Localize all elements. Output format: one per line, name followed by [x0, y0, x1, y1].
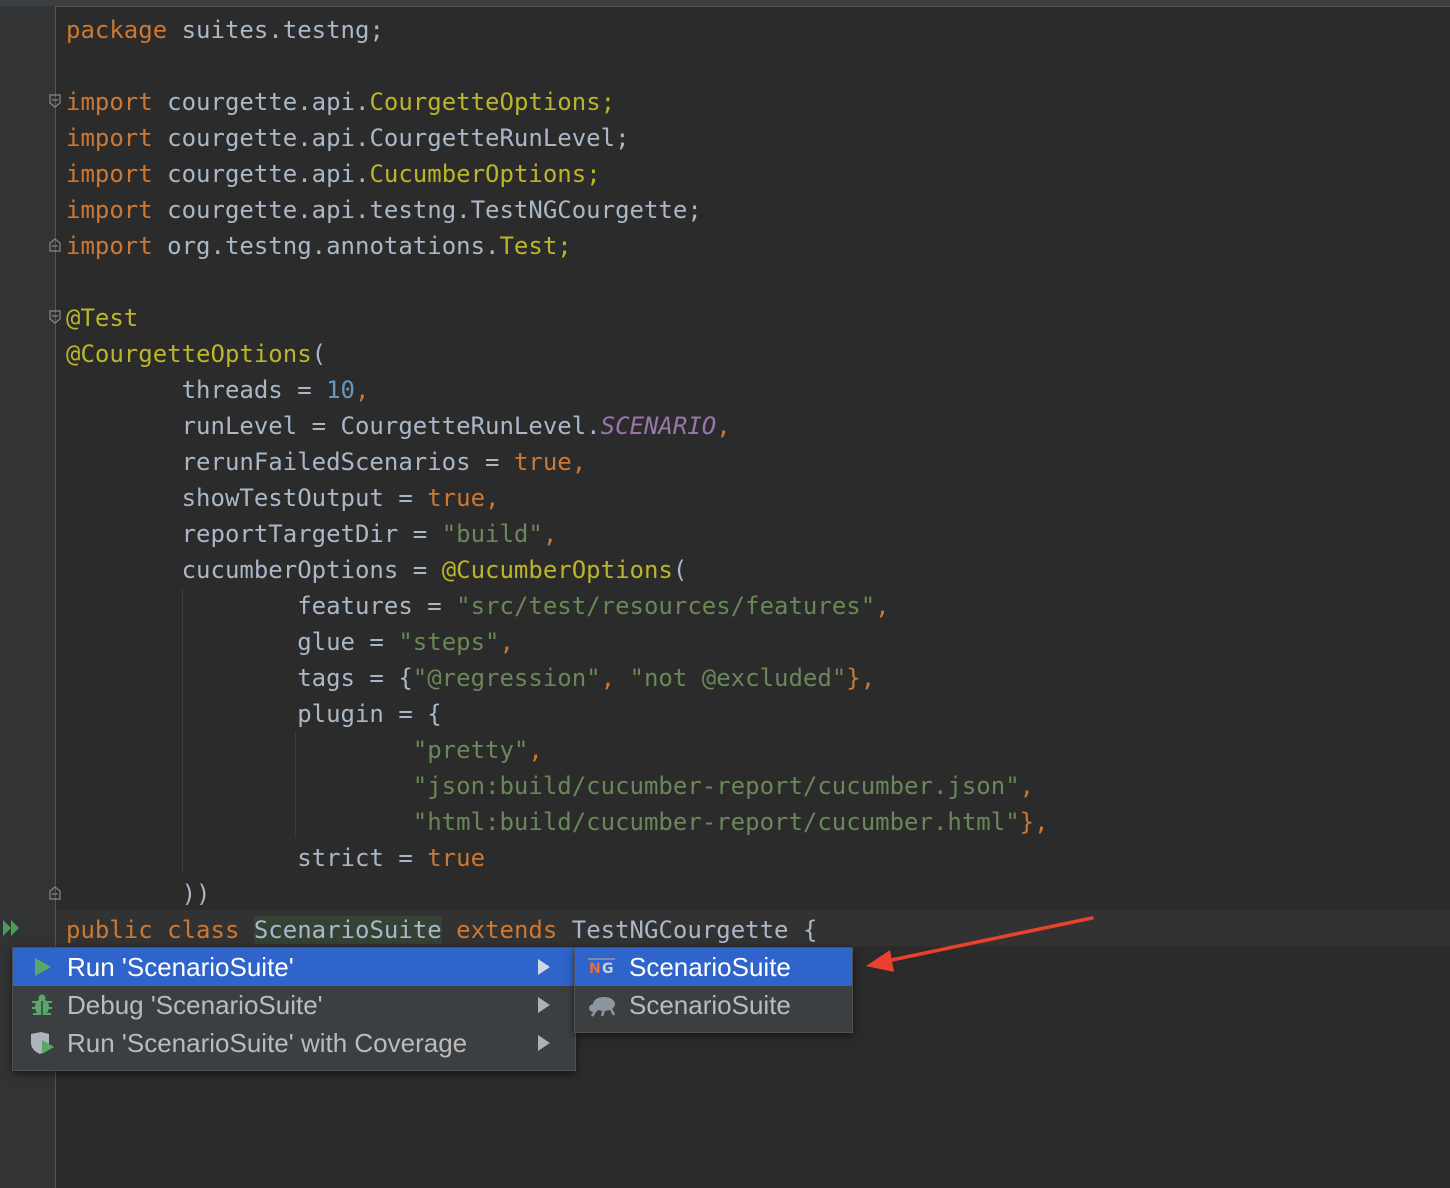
run-gutter-icon[interactable]: [2, 918, 26, 938]
code-line: "pretty",: [412, 736, 543, 764]
code-line: features = "src/test/resources/features"…: [66, 592, 890, 620]
menu-item-run-coverage[interactable]: Run 'ScenarioSuite' with Coverage: [13, 1024, 575, 1062]
chevron-right-icon: [538, 1035, 550, 1051]
chevron-right-icon: [538, 997, 550, 1013]
class-name: ScenarioSuite: [253, 916, 442, 944]
code-line: import courgette.api.CucumberOptions;: [66, 160, 601, 188]
submenu-item-label: ScenarioSuite: [629, 952, 791, 982]
code-line: import org.testng.annotations.Test;: [66, 232, 572, 260]
menu-item-label: Run 'ScenarioSuite': [67, 952, 294, 982]
code-line: "html:build/cucumber-report/cucumber.htm…: [412, 808, 1049, 836]
chevron-right-icon: [538, 959, 550, 975]
svg-text:G: G: [602, 961, 614, 977]
code-line: import courgette.api.CourgetteOptions;: [66, 88, 616, 116]
code-line: import courgette.api.testng.TestNGCourge…: [66, 196, 702, 224]
code-line: import courgette.api.CourgetteRunLevel;: [66, 124, 630, 152]
code-line: plugin = {: [66, 700, 442, 728]
code-line: public class ScenarioSuite extends TestN…: [66, 916, 818, 944]
code-line: showTestOutput = true,: [66, 484, 500, 512]
code-line: reportTargetDir = "build",: [66, 520, 558, 548]
coverage-icon: [31, 1032, 54, 1054]
debug-icon: [32, 994, 52, 1015]
code-line: runLevel = CourgetteRunLevel.SCENARIO,: [66, 412, 731, 440]
code-line: @CourgetteOptions(: [66, 340, 327, 368]
code-line: package suites.testng;: [66, 16, 384, 44]
code-line: rerunFailedScenarios = true,: [66, 448, 587, 476]
svg-text:N: N: [589, 961, 601, 977]
annotation-arrow: [866, 916, 1094, 972]
code-line: strict = true: [66, 844, 486, 872]
code-line: )): [66, 880, 211, 908]
menu-item-label: Run 'ScenarioSuite' with Coverage: [67, 1028, 468, 1058]
submenu-item-cucumber[interactable]: ScenarioSuite: [575, 986, 852, 1024]
cucumber-icon: [589, 997, 616, 1017]
code-line: @Test: [66, 304, 139, 332]
code-line: threads = 10,: [66, 376, 370, 404]
code-line: cucumberOptions = @CucumberOptions(: [66, 556, 688, 584]
run-context-menu: Run 'ScenarioSuite' Debug 'ScenarioSuite…: [12, 947, 576, 1071]
menu-item-label: Debug 'ScenarioSuite': [67, 990, 323, 1020]
run-icon: [35, 958, 51, 976]
submenu-item-testng[interactable]: N G ScenarioSuite: [575, 948, 852, 986]
code-line: "json:build/cucumber-report/cucumber.jso…: [412, 772, 1035, 800]
submenu-item-label: ScenarioSuite: [629, 990, 791, 1020]
run-submenu: N G ScenarioSuite ScenarioSuite: [574, 947, 853, 1033]
menu-item-debug[interactable]: Debug 'ScenarioSuite': [13, 986, 575, 1024]
testng-icon: N G: [588, 958, 615, 977]
code-line: glue = "steps",: [66, 628, 514, 656]
menu-item-run[interactable]: Run 'ScenarioSuite': [13, 948, 575, 986]
code-line: tags = {"@regression", "not @excluded"},: [66, 664, 876, 692]
